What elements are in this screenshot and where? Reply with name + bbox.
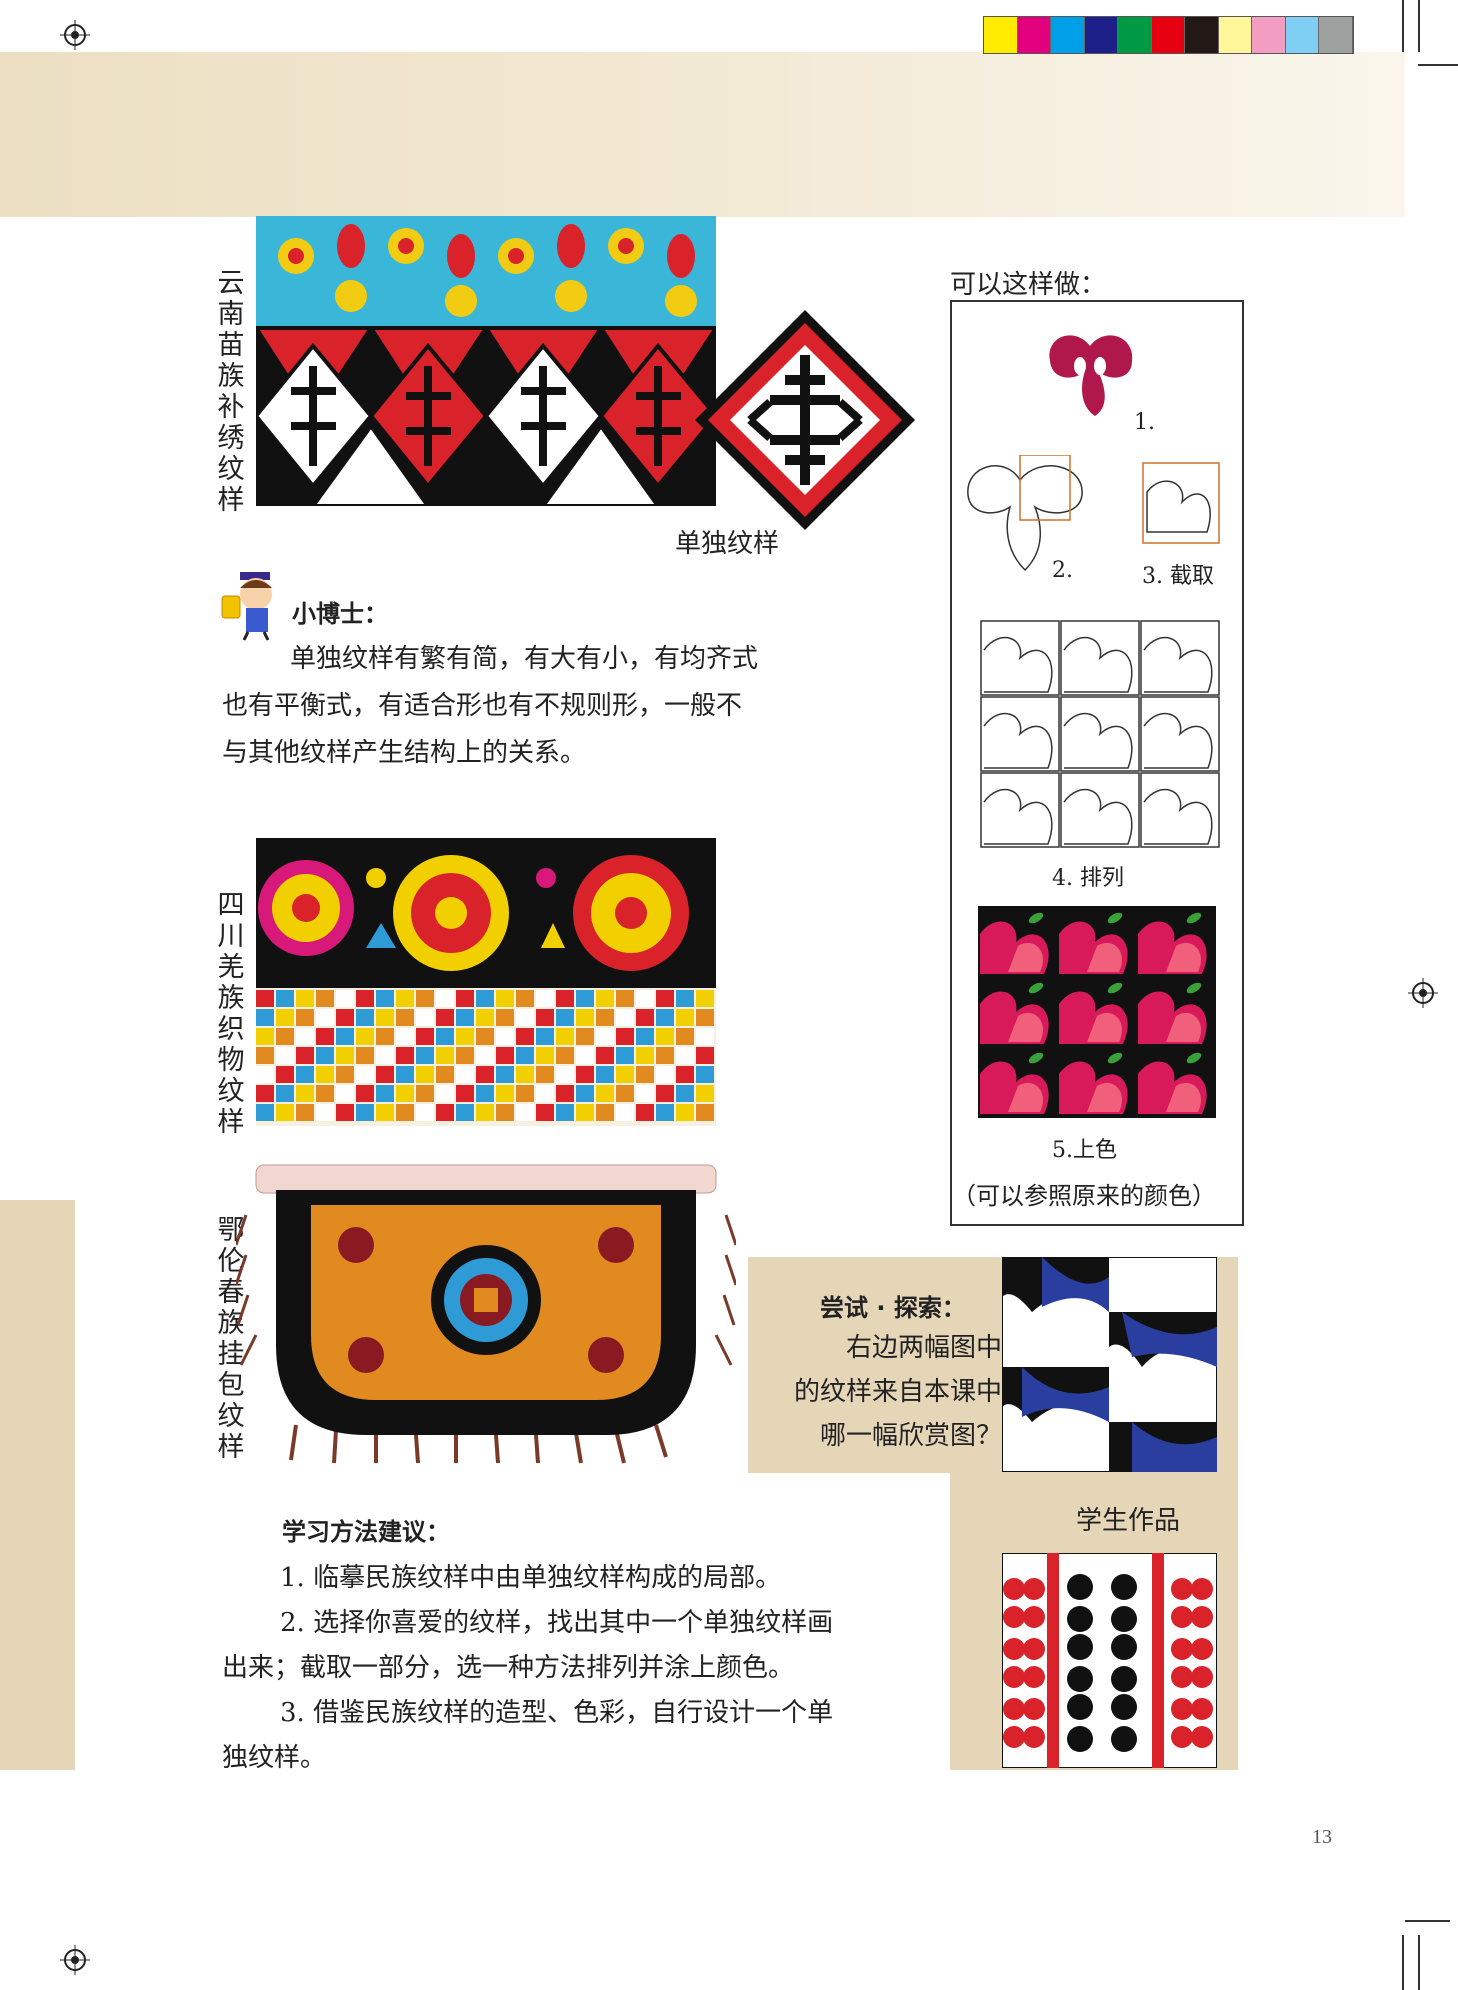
yunnan-embroidery-image <box>256 216 716 506</box>
clover-petal <box>1067 1726 1093 1752</box>
single-pattern-image <box>695 310 915 530</box>
color-swatch <box>1218 17 1252 53</box>
clover-petal <box>1191 1698 1213 1720</box>
cropped-motif-icon <box>1142 462 1220 544</box>
crop-mark <box>1418 1935 1420 1990</box>
registration-mark-icon <box>60 20 90 50</box>
clover-petal <box>1023 1726 1045 1748</box>
page-number: 13 <box>1312 1826 1332 1848</box>
clover-petal <box>1191 1726 1213 1748</box>
clover-petal <box>1171 1666 1193 1688</box>
color-swatch <box>1017 17 1051 53</box>
sichuan-textile-image <box>256 838 716 1126</box>
crop-mark <box>1405 1920 1450 1922</box>
clover-petal <box>1171 1698 1193 1720</box>
clover-petal <box>1111 1694 1137 1720</box>
color-swatch <box>1185 17 1219 53</box>
flower-motif-icon <box>1049 335 1133 416</box>
oroqen-bag-image <box>236 1164 736 1464</box>
clover-petal <box>1171 1726 1193 1748</box>
clover-petal <box>1067 1634 1093 1660</box>
clover-petal <box>1003 1606 1025 1628</box>
step-1-label: 1. <box>1134 410 1155 435</box>
study-line: 2. 选择你喜爱的纹样，找出其中一个单独纹样画 <box>280 1608 834 1638</box>
clover-petal <box>1171 1578 1193 1600</box>
clover-petal <box>1191 1638 1213 1660</box>
step-5-note: （可以参照原来的颜色） <box>952 1182 1216 1210</box>
clover-petal <box>1171 1606 1193 1628</box>
color-swatch <box>984 17 1018 53</box>
clover-petal <box>1003 1698 1025 1720</box>
registration-mark-icon <box>1408 978 1438 1008</box>
header-band <box>0 52 1405 217</box>
step-2-label: 2. <box>1052 558 1073 583</box>
student-work-blue-image <box>1002 1257 1217 1472</box>
clover-petal <box>1111 1726 1137 1752</box>
crop-mark <box>1402 0 1404 52</box>
doctor-text: 单独纹样有繁有简，有大有小，有均齐式 也有平衡式，有适合形也有不规则形，一般不 … <box>222 636 842 777</box>
crop-mark <box>1418 64 1458 66</box>
clover-petal <box>1067 1666 1093 1692</box>
clover-petal <box>1191 1666 1213 1688</box>
study-line: 出来；截取一部分，选一种方法排列并涂上颜色。 <box>222 1653 795 1683</box>
step-5-label: 5.上色 <box>1052 1138 1117 1163</box>
side-band <box>0 1200 75 1770</box>
clover-petal <box>1023 1666 1045 1688</box>
student-work-red-image <box>1002 1553 1217 1768</box>
clover-petal <box>1023 1698 1045 1720</box>
color-swatch <box>1118 17 1152 53</box>
explore-line: 哪一幅欣赏图？ <box>819 1421 1002 1451</box>
little-doctor-mascot-icon <box>221 572 272 641</box>
arrangement-grid-image <box>980 620 1220 848</box>
color-swatch <box>1151 17 1185 53</box>
clover-petal <box>1111 1666 1137 1692</box>
crop-mark <box>1418 0 1420 52</box>
clover-petal <box>1191 1606 1213 1628</box>
doctor-line: 也有平衡式，有适合形也有不规则形，一般不 <box>222 691 743 721</box>
yunnan-caption: 云南苗族补绣纹样 <box>217 268 245 516</box>
color-swatch <box>1084 17 1118 53</box>
clover-petal <box>1067 1694 1093 1720</box>
single-pattern-caption: 单独纹样 <box>675 529 780 559</box>
step-4-label: 4. 排列 <box>1052 866 1124 891</box>
colored-pattern-image <box>978 906 1216 1118</box>
sichuan-caption: 四川羌族织物纹样 <box>217 890 245 1138</box>
clover-petal <box>1111 1574 1137 1600</box>
color-swatch <box>1319 17 1353 53</box>
clover-petal <box>1003 1726 1025 1748</box>
doctor-title: 小博士： <box>292 600 388 628</box>
crop-mark <box>1402 1935 1404 1990</box>
study-text: 1. 临摹民族纹样中由单独纹样构成的局部。 2. 选择你喜爱的纹样，找出其中一个… <box>222 1556 922 1781</box>
clover-petal <box>1023 1606 1045 1628</box>
explore-title: 尝试 · 探索： <box>820 1294 966 1322</box>
doctor-line: 单独纹样有繁有简，有大有小，有均齐式 <box>290 644 759 674</box>
clover-petal <box>1067 1574 1093 1600</box>
clover-petal <box>1003 1638 1025 1660</box>
study-line: 1. 临摹民族纹样中由单独纹样构成的局部。 <box>280 1563 782 1593</box>
study-line: 3. 借鉴民族纹样的造型、色彩，自行设计一个单 <box>280 1698 834 1728</box>
clover-petal <box>1191 1578 1213 1600</box>
explore-line: 右边两幅图中 <box>845 1333 1002 1363</box>
color-swatch <box>1252 17 1286 53</box>
clover-petal <box>1067 1606 1093 1632</box>
explore-line: 的纹样来自本课中 <box>793 1377 1002 1407</box>
step-3-label: 3. 截取 <box>1142 564 1214 589</box>
color-swatch <box>1285 17 1319 53</box>
clover-petal <box>1171 1638 1193 1660</box>
explore-text: 右边两幅图中 的纹样来自本课中 哪一幅欣赏图？ <box>752 1326 1002 1458</box>
study-line: 独纹样。 <box>222 1743 327 1773</box>
clover-petal <box>1023 1638 1045 1660</box>
clover-petal <box>1111 1634 1137 1660</box>
color-swatch <box>1051 17 1085 53</box>
clover-petal <box>1003 1578 1025 1600</box>
clover-petal <box>1111 1606 1137 1632</box>
student-work-caption: 学生作品 <box>1076 1506 1181 1536</box>
printer-color-bar <box>983 16 1354 54</box>
study-title: 学习方法建议： <box>282 1518 450 1546</box>
doctor-line: 与其他纹样产生结构上的关系。 <box>222 738 587 768</box>
clover-petal <box>1023 1578 1045 1600</box>
clover-petal <box>1003 1666 1025 1688</box>
steps-heading: 可以这样做： <box>950 270 1107 300</box>
registration-mark-icon <box>60 1945 90 1975</box>
